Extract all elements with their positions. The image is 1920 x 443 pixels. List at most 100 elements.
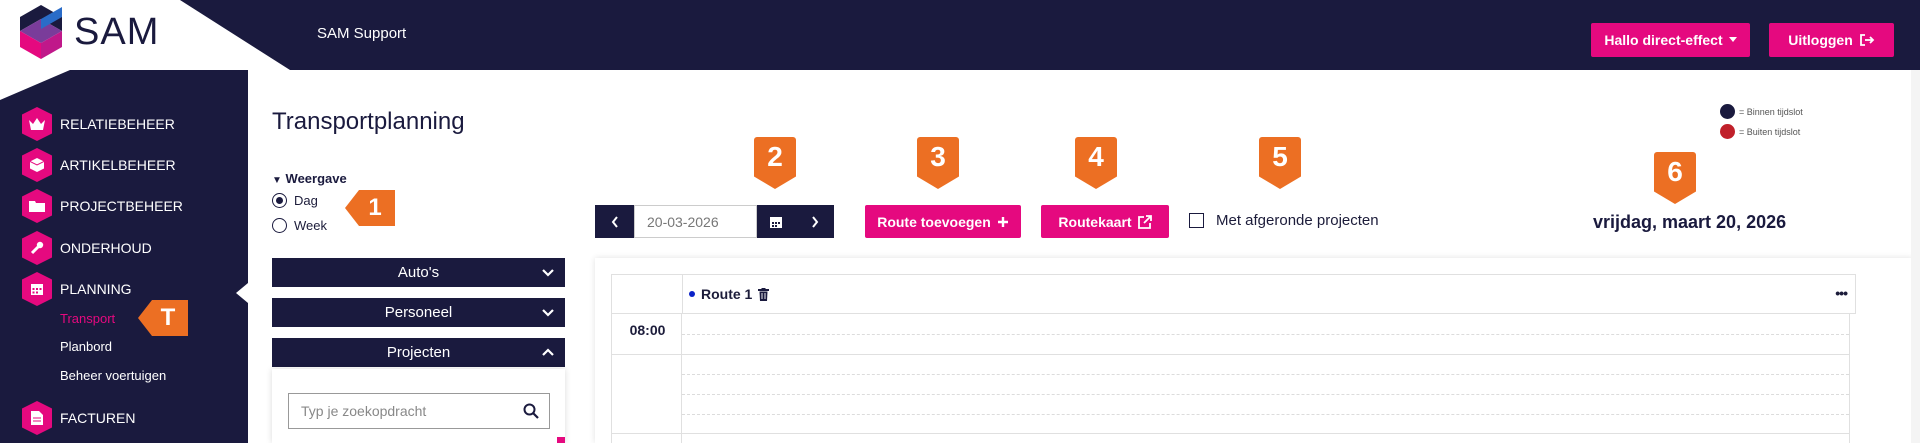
plus-icon [997, 216, 1008, 227]
tutorial-marker-6: 6 [1654, 152, 1696, 204]
external-link-icon [1137, 214, 1152, 229]
folder-icon [22, 189, 52, 223]
sam-logo-icon [20, 5, 62, 59]
routekaart-label: Routekaart [1058, 213, 1132, 230]
date-input[interactable]: 20-03-2026 [634, 205, 757, 238]
tutorial-marker-3: 3 [917, 137, 959, 189]
tutorial-marker-1: 1 [345, 190, 395, 226]
active-section-pointer [236, 283, 248, 303]
sidebar-item-label: ARTIKELBEHEER [60, 157, 176, 173]
box-icon [22, 148, 52, 182]
previous-day-button[interactable] [595, 205, 634, 238]
more-options-icon[interactable]: ••• [1835, 285, 1848, 301]
sidebar-item-label: RELATIEBEHEER [60, 116, 175, 132]
view-option-label: Week [294, 218, 327, 233]
tutorial-marker-4: 4 [1075, 137, 1117, 189]
sign-out-icon [1859, 34, 1875, 46]
caret-down-icon: ▼ [272, 175, 282, 186]
caret-down-icon [1728, 37, 1737, 42]
view-option-day[interactable]: Dag [272, 193, 318, 208]
sidebar-subitem-beheer-voertuigen[interactable]: Beheer voertuigen [60, 368, 166, 383]
scroll-indicator [557, 437, 565, 443]
chevron-left-icon [611, 215, 618, 228]
slot-line [682, 334, 1849, 335]
radio-week[interactable] [272, 218, 287, 233]
page-title: Transportplanning [272, 108, 465, 135]
slot-line [682, 394, 1849, 395]
logout-button[interactable]: Uitloggen [1769, 23, 1894, 57]
route-name: Route 1 [701, 286, 753, 302]
accordion-autos[interactable]: Auto's [272, 258, 565, 287]
route-add-button[interactable]: Route toevoegen [865, 205, 1021, 238]
crown-icon [22, 107, 52, 141]
weergave-toggle[interactable]: ▼ Weergave [272, 171, 347, 186]
sidebar-item-onderhoud[interactable]: ONDERHOUD [22, 231, 152, 265]
weergave-label: Weergave [285, 171, 347, 186]
wrench-icon [22, 231, 52, 265]
sidebar-item-facturen[interactable]: FACTUREN [22, 401, 135, 435]
sidebar-item-label: PROJECTBEHEER [60, 198, 183, 214]
time-label-0800: 08:00 [629, 322, 666, 338]
tutorial-marker-2: 2 [754, 137, 796, 189]
sidebar-item-planning[interactable]: PLANNING [22, 272, 132, 306]
slot-line [682, 354, 1849, 355]
routekaart-button[interactable]: Routekaart [1041, 205, 1169, 238]
logo[interactable]: SAM [20, 4, 159, 60]
slot-line [682, 414, 1849, 415]
search-icon[interactable] [523, 403, 539, 419]
search-input[interactable]: Typ je zoekopdracht [288, 393, 550, 429]
view-option-week[interactable]: Week [272, 218, 327, 233]
accordion-projecten[interactable]: Projecten [272, 338, 565, 367]
chevron-down-icon [542, 309, 554, 317]
route-column-header[interactable]: Route 1 ••• [682, 274, 1856, 314]
date-navigation: 20-03-2026 [595, 205, 834, 238]
day-calendar: Route 1 ••• 08:00 [595, 258, 1913, 443]
brand-name: SAM [74, 10, 160, 53]
user-menu-button[interactable]: Hallo direct-effect [1591, 23, 1750, 57]
legend-label: = Binnen tijdslot [1739, 106, 1803, 117]
radio-day[interactable] [272, 193, 287, 208]
legend-binnen-tijdslot: = Binnen tijdslot [1720, 104, 1803, 119]
time-column: 08:00 [611, 314, 682, 443]
legend-dot-buiten [1720, 124, 1735, 139]
sidebar-item-artikelbeheer[interactable]: ARTIKELBEHEER [22, 148, 176, 182]
accordion-personeel[interactable]: Personeel [272, 298, 565, 327]
sidebar-item-label: FACTUREN [60, 410, 136, 426]
sidebar-item-projectbeheer[interactable]: PROJECTBEHEER [22, 189, 183, 223]
sidebar-subitem-transport[interactable]: Transport [60, 311, 115, 326]
accordion-label: Personeel [384, 304, 453, 321]
document-icon [22, 401, 52, 435]
calendar-icon [770, 216, 782, 228]
slot-line [682, 433, 1849, 434]
chevron-right-icon [811, 215, 818, 228]
chevron-down-icon [542, 269, 554, 277]
calendar-corner [611, 274, 682, 314]
slot-line [682, 374, 1849, 375]
afgeronde-projecten-option[interactable]: Met afgeronde projecten [1189, 212, 1379, 229]
next-day-button[interactable] [795, 205, 834, 238]
view-option-label: Dag [294, 193, 318, 208]
logout-label: Uitloggen [1788, 32, 1853, 48]
sidebar-subitem-planbord[interactable]: Planbord [60, 339, 112, 354]
afgeronde-projecten-label: Met afgeronde projecten [1216, 212, 1379, 229]
trash-icon[interactable] [758, 287, 770, 301]
chevron-up-icon [542, 348, 554, 356]
afgeronde-projecten-checkbox[interactable] [1189, 213, 1204, 228]
route-timeslots[interactable] [682, 314, 1850, 443]
legend-buiten-tijdslot: = Buiten tijdslot [1720, 124, 1800, 139]
projecten-panel: Typ je zoekopdracht [272, 369, 565, 443]
calendar-icon [22, 272, 52, 306]
time-divider [612, 433, 681, 434]
legend-dot-binnen [1720, 104, 1735, 119]
route-add-label: Route toevoegen [877, 213, 991, 230]
sidebar-item-relatiebeheer[interactable]: RELATIEBEHEER [22, 107, 175, 141]
calendar-picker-button[interactable] [757, 205, 795, 238]
accordion-label: Auto's [397, 264, 440, 281]
sidebar-item-label: ONDERHOUD [60, 240, 152, 256]
support-link[interactable]: SAM Support [317, 25, 406, 42]
current-date-heading: vrijdag, maart 20, 2026 [1593, 212, 1787, 232]
legend-label: = Buiten tijdslot [1739, 126, 1801, 137]
time-divider [612, 354, 681, 355]
route-color-dot [689, 291, 695, 297]
page-scrollbar[interactable] [1911, 70, 1920, 443]
